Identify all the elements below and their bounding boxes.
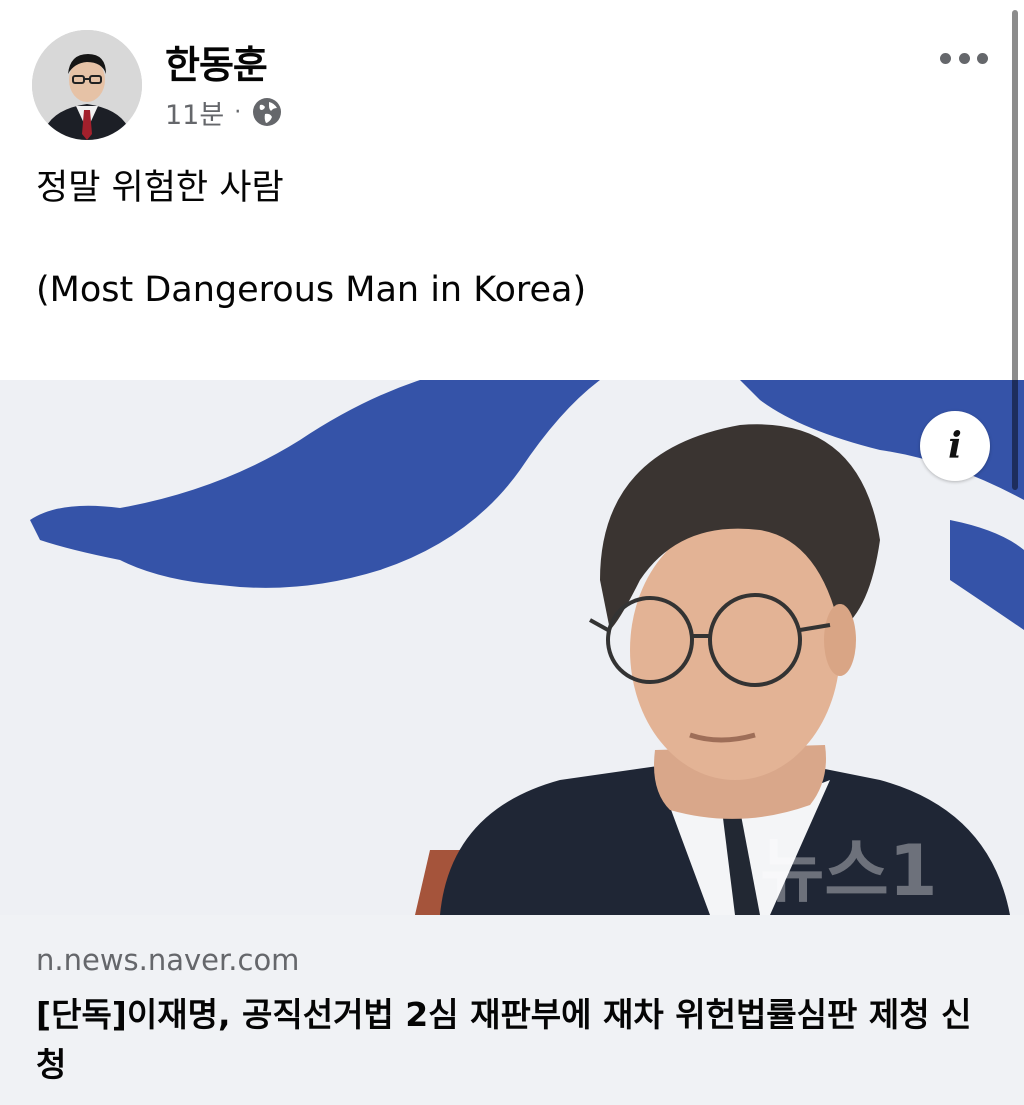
more-options-icon[interactable] (940, 46, 988, 70)
link-preview-image[interactable]: 뉴스1 (0, 380, 1024, 915)
author-name[interactable]: 한동훈 (165, 34, 268, 89)
author-avatar[interactable] (32, 30, 142, 140)
globe-icon[interactable] (251, 96, 283, 128)
info-icon[interactable]: i (920, 411, 990, 481)
link-caption[interactable]: n.news.naver.com [단독]이재명, 공직선거법 2심 재판부에 … (0, 915, 1024, 1105)
image-watermark: 뉴스1 (760, 830, 938, 912)
post-time[interactable]: 11분 (165, 93, 224, 132)
meta-separator: · (234, 99, 242, 125)
post-meta: 11분 · (165, 92, 283, 132)
post-text-line: 정말 위험한 사람 (36, 168, 284, 208)
link-domain[interactable]: n.news.naver.com (36, 943, 299, 977)
post-header: 한동훈 11분 · (0, 0, 1024, 150)
post-text-line: (Most Dangerous Man in Korea) (36, 270, 587, 310)
link-title[interactable]: [단독]이재명, 공직선거법 2심 재판부에 재차 위헌법률심판 제청 신청 (36, 990, 996, 1090)
post-text: 정말 위험한 사람 (Most Dangerous Man in Korea) (36, 164, 986, 314)
scrollbar[interactable] (1012, 10, 1018, 490)
